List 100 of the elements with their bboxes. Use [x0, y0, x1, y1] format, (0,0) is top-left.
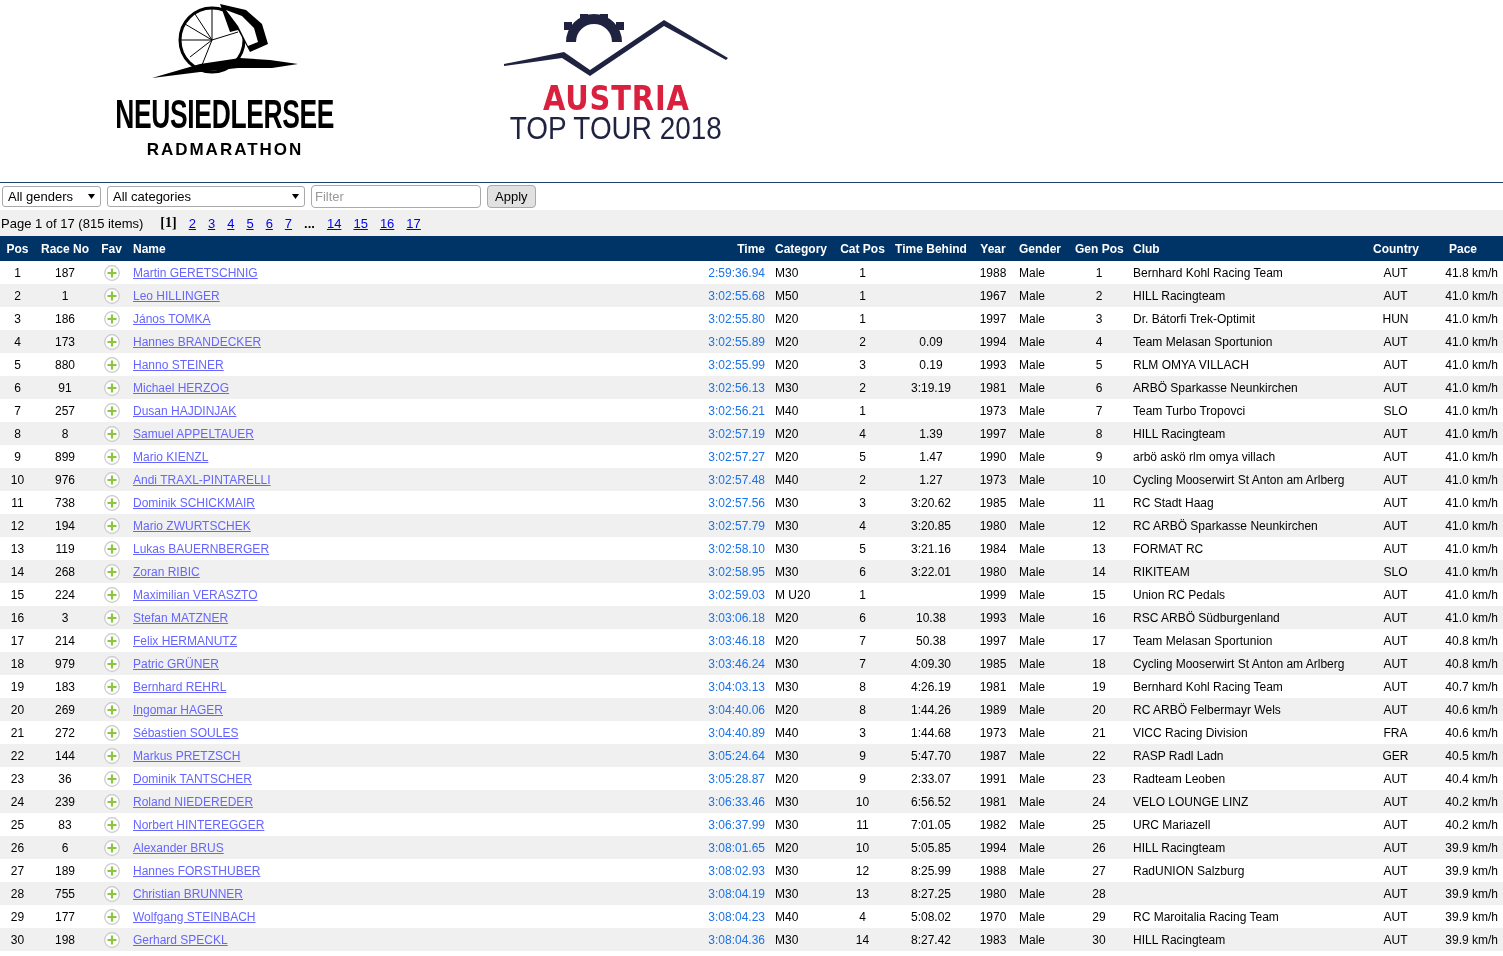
participant-link[interactable]: Bernhard REHRL	[133, 679, 227, 694]
participant-link[interactable]: Patric GRÜNER	[133, 656, 219, 671]
add-favorite-icon[interactable]	[103, 402, 120, 419]
participant-link[interactable]: Hannes BRANDECKER	[133, 334, 262, 349]
page-link[interactable]: 16	[379, 215, 395, 231]
add-favorite-icon[interactable]	[103, 908, 120, 925]
add-favorite-icon[interactable]	[103, 379, 120, 396]
table-cell: Male	[1019, 610, 1045, 625]
page-link[interactable]: 2	[188, 215, 196, 231]
add-favorite-icon[interactable]	[103, 816, 120, 833]
table-cell: 5	[859, 541, 866, 556]
add-favorite-icon[interactable]	[103, 471, 120, 488]
participant-link[interactable]: Felix HERMANUTZ	[133, 633, 237, 648]
participant-link[interactable]: Wolfgang STEINBACH	[133, 909, 256, 924]
add-favorite-icon[interactable]	[103, 540, 120, 557]
page-link[interactable]: 17	[406, 215, 421, 231]
add-favorite-icon[interactable]	[103, 333, 120, 350]
gender-dropdown[interactable]: All genders	[2, 186, 101, 207]
participant-link[interactable]: Norbert HINTEREGGER	[133, 817, 265, 832]
table-cell: AUT	[1383, 518, 1408, 533]
participant-link[interactable]: Lukas BAUERNBERGER	[133, 541, 270, 556]
participant-link[interactable]: Andi TRAXL-PINTARELLI	[133, 472, 271, 487]
participant-link[interactable]: Leo HILLINGER	[133, 288, 220, 303]
participant-link[interactable]: Christian BRUNNER	[133, 886, 244, 901]
participant-link[interactable]: Stefan MATZNER	[133, 610, 229, 625]
participant-link[interactable]: Hanno STEINER	[133, 357, 224, 372]
participant-link[interactable]: Michael HERZOG	[133, 380, 230, 395]
add-favorite-icon[interactable]	[103, 655, 120, 672]
add-favorite-icon[interactable]	[103, 839, 120, 856]
page-link[interactable]: 5	[246, 215, 254, 231]
column-header[interactable]: Name	[133, 241, 166, 256]
add-favorite-icon[interactable]	[103, 678, 120, 695]
add-favorite-icon[interactable]	[103, 724, 120, 741]
filter-field[interactable]: Filter	[311, 185, 481, 208]
participant-link[interactable]: Mario ZWURTSCHEK	[133, 518, 251, 533]
table-cell: 41.0 km/h	[1445, 610, 1498, 625]
category-dropdown[interactable]: All categories	[107, 186, 305, 207]
participant-link[interactable]: János TOMKA	[133, 311, 211, 326]
add-favorite-icon[interactable]	[103, 701, 120, 718]
finish-time: 3:04:40.89	[708, 725, 765, 740]
participant-link[interactable]: Alexander BRUS	[133, 840, 224, 855]
add-favorite-icon[interactable]	[103, 632, 120, 649]
participant-link[interactable]: Dusan HAJDINJAK	[133, 403, 237, 418]
add-favorite-icon[interactable]	[103, 885, 120, 902]
column-header[interactable]: Club	[1133, 241, 1160, 256]
table-cell: 194	[55, 518, 75, 533]
table-cell: 3:20.62	[910, 495, 951, 510]
participant-link[interactable]: Markus PRETZSCH	[133, 748, 241, 763]
table-cell: 23	[10, 771, 25, 786]
table-cell: 40.7 km/h	[1445, 679, 1498, 694]
table-cell: 1994	[979, 840, 1007, 855]
table-cell: AUT	[1383, 656, 1408, 671]
add-favorite-icon[interactable]	[103, 747, 120, 764]
add-favorite-icon[interactable]	[103, 356, 120, 373]
participant-link[interactable]: Mario KIENZL	[133, 449, 209, 464]
participant-link[interactable]: Roland NIEDEREDER	[133, 794, 254, 809]
table-cell: Male	[1019, 679, 1045, 694]
add-favorite-icon[interactable]	[103, 310, 120, 327]
page-link[interactable]: 3	[207, 215, 216, 231]
table-cell: Bernhard Kohl Racing Team	[1133, 265, 1283, 280]
add-favorite-icon[interactable]	[103, 793, 120, 810]
participant-link[interactable]: Hannes FORSTHUBER	[133, 863, 261, 878]
table-cell: 899	[55, 449, 75, 464]
add-favorite-icon[interactable]	[103, 563, 120, 580]
table-cell: HILL Racingteam	[1133, 288, 1226, 303]
table-cell: 20	[10, 702, 25, 717]
add-favorite-icon[interactable]	[103, 287, 120, 304]
participant-link[interactable]: Dominik TANTSCHER	[133, 771, 252, 786]
add-favorite-icon[interactable]	[103, 425, 120, 442]
page-link[interactable]: 6	[265, 215, 273, 231]
participant-link[interactable]: Samuel APPELTAUER	[133, 426, 254, 441]
page-link[interactable]: 4	[227, 215, 235, 231]
table-cell: RIKITEAM	[1133, 564, 1190, 579]
dropdown-caret-icon	[88, 194, 95, 199]
participant-link[interactable]: Gerhard SPECKL	[133, 932, 228, 947]
apply-button[interactable]: Apply	[487, 185, 536, 208]
table-cell: Male	[1019, 357, 1045, 372]
add-favorite-icon[interactable]	[103, 448, 120, 465]
add-favorite-icon[interactable]	[103, 609, 120, 626]
participant-link[interactable]: Sébastien SOULES	[133, 725, 239, 740]
add-favorite-icon[interactable]	[103, 494, 120, 511]
table-cell: 1997	[979, 633, 1007, 648]
participant-link[interactable]: Dominik SCHICKMAIR	[133, 495, 255, 510]
add-favorite-icon[interactable]	[103, 862, 120, 879]
table-cell: 14	[855, 932, 870, 947]
participant-link[interactable]: Maximilian VERASZTO	[133, 587, 258, 602]
add-favorite-icon[interactable]	[103, 586, 120, 603]
participant-link[interactable]: Martin GERETSCHNIG	[133, 265, 258, 280]
participant-link[interactable]: Ingomar HAGER	[133, 702, 224, 717]
table-cell: 13	[1092, 541, 1106, 556]
table-cell: 4:26.19	[910, 679, 951, 694]
page-link[interactable]: 15	[353, 215, 368, 231]
add-favorite-icon[interactable]	[103, 517, 120, 534]
page-link[interactable]: 14	[326, 215, 342, 231]
add-favorite-icon[interactable]	[103, 264, 120, 281]
table-cell: RadUNION Salzburg	[1133, 863, 1245, 878]
add-favorite-icon[interactable]	[103, 770, 120, 787]
participant-link[interactable]: Zoran RIBIC	[133, 564, 200, 579]
add-favorite-icon[interactable]	[103, 931, 120, 948]
page-link[interactable]: 7	[284, 215, 293, 231]
